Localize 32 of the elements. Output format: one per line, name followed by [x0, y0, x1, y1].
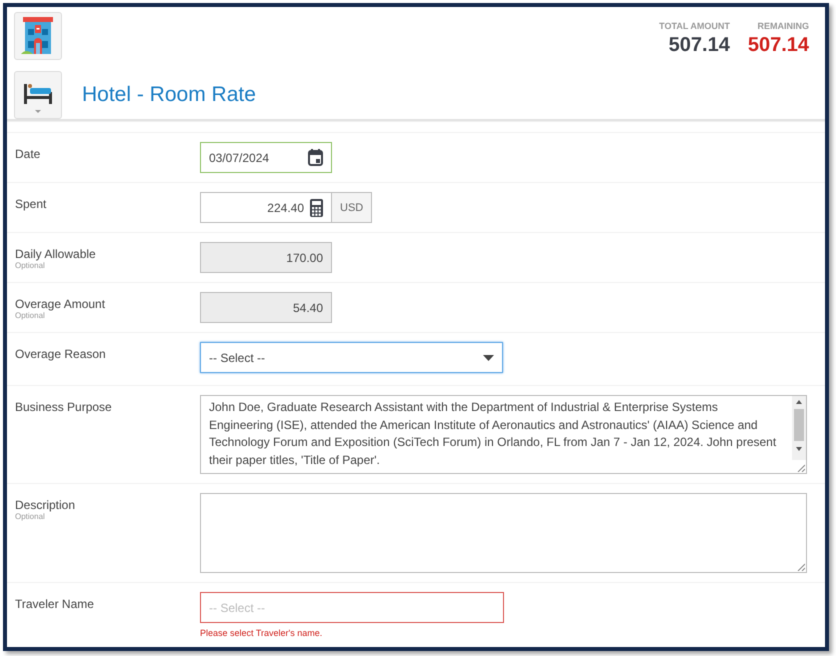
- field-label: Overage Reason: [15, 347, 107, 361]
- currency-label: USD: [332, 192, 372, 223]
- caret-icon: [483, 354, 494, 360]
- readonly-field: 170.00: [200, 242, 332, 273]
- total-value: 507.14: [748, 34, 809, 57]
- total-label: TOTAL AMOUNT: [659, 21, 730, 31]
- resize-grip-icon[interactable]: [797, 464, 805, 472]
- field-label: Description: [15, 498, 76, 512]
- field-label: Traveler Name: [15, 597, 95, 611]
- field-label: Business Purpose: [15, 400, 113, 414]
- calculator-icon[interactable]: [310, 198, 323, 216]
- page-title: Hotel - Room Rate: [82, 83, 256, 107]
- optional-hint: Optional: [15, 311, 46, 320]
- total-value: 507.14: [668, 34, 730, 57]
- calendar-icon[interactable]: [308, 149, 323, 166]
- select-dropdown[interactable]: -- Select --: [200, 342, 503, 373]
- hotel-icon[interactable]: [14, 12, 62, 60]
- field-label: Overage Amount: [15, 297, 106, 311]
- bed-icon[interactable]: [14, 71, 62, 119]
- field-label: Spent: [15, 197, 48, 211]
- error-message: Please select Traveler's name.: [200, 628, 324, 638]
- field-label: Date: [15, 147, 42, 161]
- date-field[interactable]: 03/07/2024: [200, 142, 332, 173]
- field-label: Daily Allowable: [15, 247, 97, 261]
- optional-hint: Optional: [15, 261, 46, 270]
- total-label: REMAINING: [758, 21, 809, 31]
- text-area[interactable]: John Doe, Graduate Research Assistant with the Department of Industrial & Enterprise Systems Engineering (ISE), attended the American Institute of Aeronautics and Astronautics' (AIAA) Science and Technology Forum and Exposition (SciTech Forum) in Orlando, FL from Jan 7 - Jan 12, 2024. John present their paper titles, 'Title of Paper'.: [200, 395, 807, 474]
- optional-hint: Optional: [15, 512, 46, 521]
- readonly-field: 54.40: [200, 292, 332, 323]
- resize-grip-icon[interactable]: [797, 563, 805, 571]
- scrollbar-icon[interactable]: [792, 396, 806, 460]
- amount-field[interactable]: 224.40: [200, 192, 332, 223]
